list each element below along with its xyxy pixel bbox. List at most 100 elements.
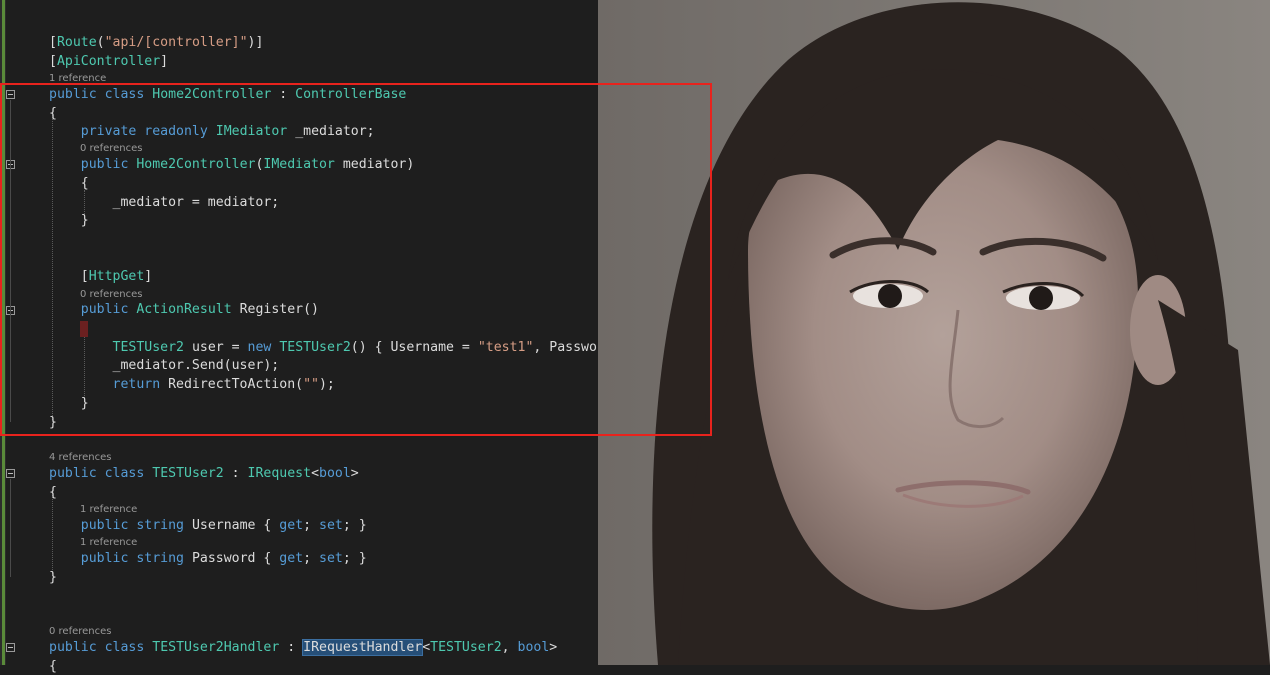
code-line[interactable]: [ApiController] — [49, 54, 168, 70]
portrait-image — [598, 0, 1270, 665]
codelens-references[interactable]: 0 references — [49, 626, 112, 638]
code-token: ; } — [342, 518, 367, 533]
code-line[interactable]: [Route("api/[controller]")] — [49, 35, 263, 51]
collapse-class-button[interactable] — [6, 469, 15, 478]
code-token: bool — [517, 640, 550, 655]
code-line[interactable]: _mediator.Send(user); — [49, 358, 280, 374]
code-token: : — [279, 640, 304, 655]
code-token: IMediator — [263, 157, 335, 172]
code-token: ; — [303, 518, 319, 533]
code-token: { — [49, 485, 57, 500]
code-token: public — [49, 551, 129, 566]
code-line[interactable]: [HttpGet] — [49, 269, 152, 285]
code-token: Register() — [231, 302, 319, 317]
code-token: } — [49, 213, 89, 228]
code-token: } — [49, 415, 57, 430]
code-line[interactable]: } — [49, 396, 89, 412]
code-token: TESTUser2Handler — [152, 640, 280, 655]
code-token: _mediator = mediator; — [49, 195, 280, 210]
code-token: : — [271, 87, 296, 102]
code-token: Password { — [184, 551, 280, 566]
code-token: , — [501, 640, 518, 655]
code-token: get — [279, 518, 304, 533]
code-line[interactable]: { — [49, 106, 57, 122]
outline-guide — [10, 479, 11, 577]
code-token: Route — [56, 35, 97, 50]
code-line[interactable]: { — [49, 485, 57, 501]
code-token: string — [136, 518, 184, 533]
code-line[interactable]: private readonly IMediator _mediator; — [49, 124, 375, 140]
code-token: Username { — [184, 518, 280, 533]
code-line[interactable]: public string Password { get; set; } — [49, 551, 367, 567]
code-token: HttpGet — [88, 269, 145, 284]
code-token: mediator) — [334, 157, 415, 172]
code-token: Home2Controller — [152, 87, 272, 102]
code-line[interactable]: _mediator = mediator; — [49, 195, 280, 211]
code-line[interactable]: { — [49, 659, 57, 675]
outline-guide — [10, 100, 11, 422]
code-token: "" — [303, 377, 319, 392]
code-token: [ — [49, 54, 57, 69]
codelens-references[interactable]: 1 reference — [80, 537, 137, 549]
overlay-photo — [598, 0, 1270, 665]
code-line[interactable]: } — [49, 415, 57, 431]
code-token: TESTUser2 — [152, 466, 224, 481]
code-token: readonly — [144, 124, 208, 139]
code-token: set — [319, 518, 343, 533]
code-token: ] — [144, 269, 153, 284]
code-token: public — [49, 640, 97, 655]
code-token: ActionResult — [136, 302, 232, 317]
code-token: new — [247, 340, 272, 355]
code-token: class — [104, 466, 145, 481]
code-token: ] — [160, 54, 169, 69]
code-line[interactable]: { — [49, 176, 89, 192]
codelens-references[interactable]: 4 references — [49, 452, 112, 464]
code-token: ApiController — [56, 54, 161, 69]
code-token: { — [49, 659, 57, 674]
code-token: [ — [49, 35, 57, 50]
collapse-class-button[interactable] — [6, 643, 15, 652]
code-token: } — [49, 570, 57, 585]
code-token: : — [223, 466, 248, 481]
codelens-references[interactable]: 1 reference — [80, 504, 137, 516]
code-line[interactable]: public class Home2Controller : Controlle… — [49, 87, 406, 103]
code-token: "test1" — [477, 340, 534, 355]
code-token: user = — [184, 340, 248, 355]
code-token: public — [49, 87, 97, 102]
codelens-references[interactable]: 0 references — [80, 289, 143, 301]
code-token: "api/[controller]" — [104, 35, 248, 50]
code-token: string — [136, 551, 184, 566]
code-token: < — [422, 640, 431, 655]
code-token: class — [104, 87, 145, 102]
code-token: RedirectToAction( — [160, 377, 304, 392]
code-line[interactable]: public ActionResult Register() — [49, 302, 319, 318]
codelens-references[interactable]: 0 references — [80, 143, 143, 155]
code-token: > — [350, 466, 359, 481]
code-token: private — [80, 124, 137, 139]
code-token: ; — [303, 551, 319, 566]
selected-token: IRequestHandler — [302, 639, 424, 656]
code-token: IMediator — [215, 124, 288, 139]
collapse-class-button[interactable] — [6, 90, 15, 99]
codelens-references[interactable]: 1 reference — [49, 73, 106, 85]
code-line[interactable]: public Home2Controller(IMediator mediato… — [49, 157, 415, 173]
code-line[interactable]: } — [49, 213, 89, 229]
code-line[interactable]: return RedirectToAction(""); — [49, 377, 335, 393]
code-token: [ — [49, 269, 89, 284]
code-line[interactable]: public string Username { get; set; } — [49, 518, 367, 534]
code-token: } — [49, 396, 89, 411]
code-token: )] — [247, 35, 264, 50]
code-line[interactable]: public class TESTUser2Handler : IRequest… — [49, 639, 557, 656]
code-token: class — [104, 640, 145, 655]
code-token: _mediator.Send(user); — [49, 358, 280, 373]
code-token: public — [49, 466, 97, 481]
code-line[interactable]: public class TESTUser2 : IRequest<bool> — [49, 466, 359, 482]
code-line[interactable]: } — [49, 570, 57, 586]
code-token: () { Username = — [350, 340, 478, 355]
code-token: TESTUser2 — [112, 340, 184, 355]
